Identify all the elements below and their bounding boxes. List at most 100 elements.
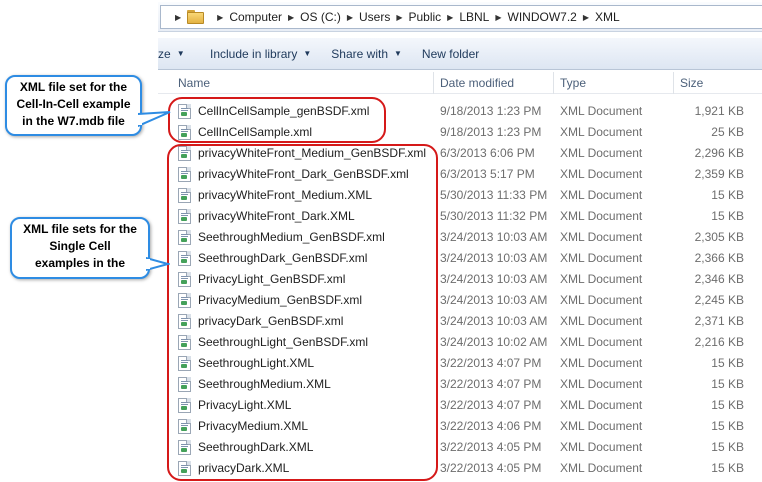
file-name: SeethroughLight.XML [198,356,315,370]
column-header-type[interactable]: Type [554,72,674,94]
file-name-cell[interactable]: SeethroughDark.XML [178,437,440,458]
breadcrumb-separator-icon[interactable]: ▶ [447,13,453,22]
column-header-name[interactable]: Name [172,72,434,94]
breadcrumb-separator-icon[interactable]: ▶ [495,13,501,22]
breadcrumb-item-current[interactable]: XML [595,10,620,24]
file-name: privacyWhiteFront_Medium_GenBSDF.xml [198,146,427,160]
breadcrumb-item[interactable]: LBNL [459,10,489,24]
xml-file-icon [178,293,191,308]
file-size: 2,305 KB [694,230,744,244]
file-name: privacyDark_GenBSDF.xml [198,314,344,328]
file-name: SeethroughLight_GenBSDF.xml [198,335,369,349]
xml-file-icon [178,419,191,434]
xml-file-icon [178,230,191,245]
single-cell-callout: XML file sets for the Single Cell exampl… [10,217,150,279]
file-row[interactable]: SeethroughLight_GenBSDF.xml 3/24/2013 10:… [158,332,762,353]
file-name: privacyWhiteFront_Dark_GenBSDF.xml [198,167,409,181]
file-type: XML Document [560,356,643,370]
file-row[interactable]: SeethroughLight.XML 3/22/2013 4:07 PM XML … [158,353,762,374]
breadcrumb-item[interactable]: OS (C:) [300,10,341,24]
file-name: SeethroughDark_GenBSDF.xml [198,251,368,265]
file-row[interactable]: privacyWhiteFront_Medium.XML 5/30/2013 11… [158,185,762,206]
file-row[interactable]: PrivacyMedium.XML 3/22/2013 4:06 PM XML Do… [158,416,762,437]
file-name-cell[interactable]: PrivacyLight_GenBSDF.xml [178,269,440,290]
xml-file-icon [178,209,191,224]
file-name-cell[interactable]: privacyWhiteFront_Dark_GenBSDF.xml [178,164,440,185]
file-name-cell[interactable]: PrivacyMedium_GenBSDF.xml [178,290,440,311]
file-row[interactable]: SeethroughDark_GenBSDF.xml 3/24/2013 10:0… [158,248,762,269]
breadcrumb[interactable]: ▶ ▶ Computer ▶ OS (C:) ▶ Users ▶ Public ▶ LBN… [160,5,762,29]
breadcrumb-separator-icon[interactable]: ▶ [217,13,223,22]
file-size: 15 KB [711,419,744,433]
file-date: 6/3/2013 5:17 PM [440,167,535,181]
file-name-cell[interactable]: SeethroughLight_GenBSDF.xml [178,332,440,353]
new-folder-button[interactable]: New folder [412,42,489,66]
file-row[interactable]: PrivacyMedium_GenBSDF.xml 3/24/2013 10:03… [158,290,762,311]
file-size: 2,346 KB [694,272,744,286]
file-name-cell[interactable]: privacyDark.XML [178,458,440,479]
xml-file-icon [178,335,191,350]
file-row[interactable]: privacyWhiteFront_Medium_GenBSDF.xml 6/3/… [158,143,762,164]
file-type: XML Document [560,419,643,433]
xml-file-icon [178,440,191,455]
file-date: 3/24/2013 10:03 AM [440,230,548,244]
file-name-cell[interactable]: privacyDark_GenBSDF.xml [178,311,440,332]
breadcrumb-separator-icon[interactable]: ▶ [288,13,294,22]
file-type: XML Document [560,146,643,160]
file-name-cell[interactable]: PrivacyLight.XML [178,395,440,416]
file-type: XML Document [560,209,643,223]
file-type: XML Document [560,440,643,454]
file-row[interactable]: privacyWhiteFront_Dark_GenBSDF.xml 6/3/20… [158,164,762,185]
file-row[interactable]: CellInCellSample_genBSDF.xml 9/18/2013 1:… [158,101,762,122]
organize-button[interactable]: ze ▼ [158,42,200,66]
xml-file-icon [178,146,191,161]
breadcrumb-item[interactable]: WINDOW7.2 [508,10,577,24]
file-size: 2,366 KB [694,251,744,265]
file-name-cell[interactable]: SeethroughMedium.XML [178,374,440,395]
include-in-library-button[interactable]: Include in library ▼ [200,42,321,66]
file-date: 3/22/2013 4:05 PM [440,440,542,454]
file-size: 2,359 KB [694,167,744,181]
share-with-label: Share with [331,46,388,61]
file-name-cell[interactable]: CellInCellSample_genBSDF.xml [178,101,440,122]
file-name-cell[interactable]: PrivacyMedium.XML [178,416,440,437]
breadcrumb-separator-icon[interactable]: ▶ [396,13,402,22]
column-headers: Name Date modified Type Size [158,72,762,94]
file-size: 15 KB [711,377,744,391]
file-name: SeethroughMedium_GenBSDF.xml [198,230,385,244]
file-name: privacyWhiteFront_Medium.XML [198,188,373,202]
file-list: CellInCellSample_genBSDF.xml 9/18/2013 1:… [158,101,762,479]
file-size: 15 KB [711,398,744,412]
file-row[interactable]: SeethroughDark.XML 3/22/2013 4:05 PM XML D… [158,437,762,458]
file-row[interactable]: PrivacyLight_GenBSDF.xml 3/24/2013 10:03 … [158,269,762,290]
file-size: 2,216 KB [694,335,744,349]
breadcrumb-item[interactable]: Public [408,10,441,24]
file-type: XML Document [560,293,643,307]
file-row[interactable]: privacyDark_GenBSDF.xml 3/24/2013 10:03 A… [158,311,762,332]
callout-line: XML file sets for the [23,222,137,236]
file-name-cell[interactable]: CellInCellSample.xml [178,122,440,143]
file-row[interactable]: SeethroughMedium_GenBSDF.xml 3/24/2013 10… [158,227,762,248]
file-name-cell[interactable]: SeethroughLight.XML [178,353,440,374]
file-name-cell[interactable]: SeethroughMedium_GenBSDF.xml [178,227,440,248]
share-with-button[interactable]: Share with ▼ [321,42,412,66]
file-name-cell[interactable]: privacyWhiteFront_Dark.XML [178,206,440,227]
column-header-date-modified[interactable]: Date modified [434,72,554,94]
file-type: XML Document [560,398,643,412]
file-row[interactable]: PrivacyLight.XML 3/22/2013 4:07 PM XML Doc… [158,395,762,416]
breadcrumb-separator-icon[interactable]: ▶ [347,13,353,22]
file-row[interactable]: privacyDark.XML 3/22/2013 4:05 PM XML Docu… [158,458,762,479]
file-row[interactable]: SeethroughMedium.XML 3/22/2013 4:07 PM XML… [158,374,762,395]
file-name-cell[interactable]: SeethroughDark_GenBSDF.xml [178,248,440,269]
file-row[interactable]: CellInCellSample.xml 9/18/2013 1:23 PM XML… [158,122,762,143]
breadcrumb-item[interactable]: Users [359,10,390,24]
breadcrumb-item[interactable]: Computer [229,10,282,24]
column-header-size[interactable]: Size [674,72,762,94]
breadcrumb-separator-icon[interactable]: ▶ [175,13,181,22]
breadcrumb-separator-icon[interactable]: ▶ [583,13,589,22]
file-date: 3/22/2013 4:07 PM [440,356,542,370]
file-name-cell[interactable]: privacyWhiteFront_Medium_GenBSDF.xml [178,143,440,164]
file-row[interactable]: privacyWhiteFront_Dark.XML 5/30/2013 11:3… [158,206,762,227]
file-name-cell[interactable]: privacyWhiteFront_Medium.XML [178,185,440,206]
file-date: 9/18/2013 1:23 PM [440,104,542,118]
